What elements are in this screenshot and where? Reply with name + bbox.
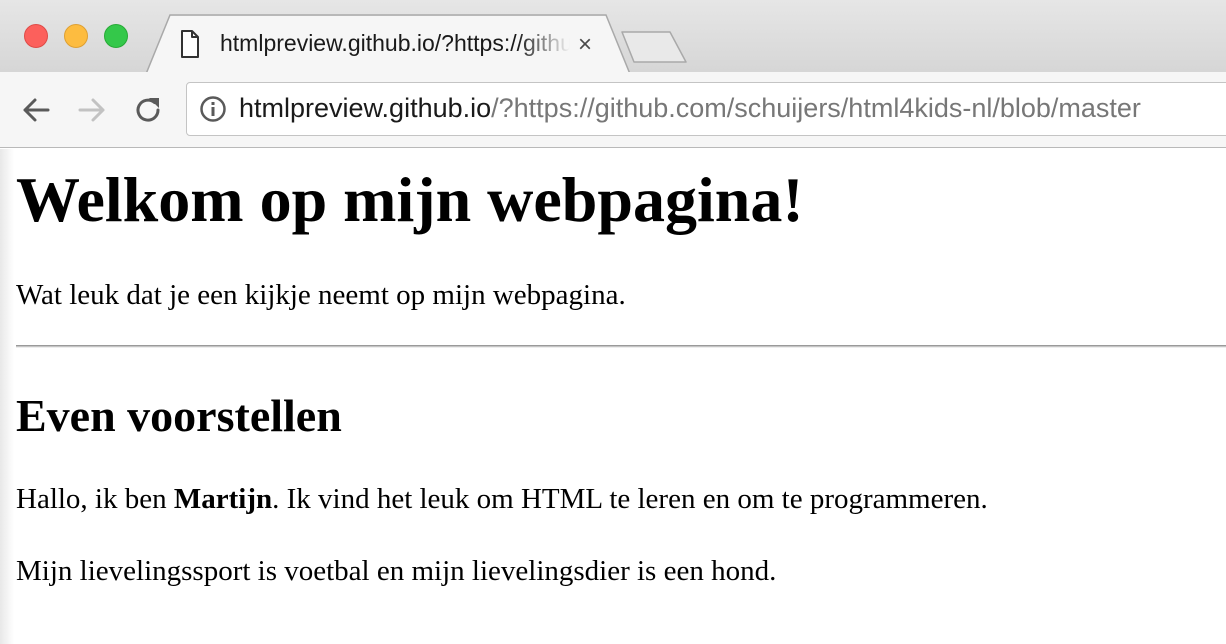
info-icon[interactable]: [199, 95, 227, 123]
url-path: /?https://github.com/schuijers/html4kids…: [491, 93, 1141, 123]
window-minimize-button[interactable]: [64, 24, 88, 48]
url-domain: htmlpreview.github.io: [239, 93, 492, 123]
web-page: Welkom op mijn webpagina! Wat leuk dat j…: [0, 149, 1226, 644]
tab-strip: htmlpreview.github.io/?https://github.co…: [0, 0, 1226, 74]
url-text[interactable]: htmlpreview.github.io/?https://github.co…: [239, 93, 1141, 124]
intro-paragraph: Wat leuk dat je een kijkje neemt op mijn…: [16, 279, 626, 311]
para1-after: . Ik vind het leuk om HTML te leren en o…: [272, 483, 988, 515]
document-icon: [181, 30, 199, 58]
section-heading: Even voorstellen: [16, 390, 342, 441]
back-arrow-icon[interactable]: [18, 92, 54, 128]
window-maximize-button[interactable]: [104, 24, 128, 48]
hobbies-paragraph: Mijn lievelingssport is voetbal en mijn …: [16, 555, 777, 587]
forward-arrow-icon[interactable]: [74, 92, 110, 128]
para1-before: Hallo, ik ben: [16, 483, 174, 515]
horizontal-rule: [16, 345, 1226, 348]
author-name: Martijn: [173, 483, 273, 515]
intro-paragraph-name: Hallo, ik ben Martijn. Ik vind het leuk …: [16, 483, 988, 516]
window-close-button[interactable]: [24, 24, 48, 48]
address-bar[interactable]: htmlpreview.github.io/?https://github.co…: [186, 82, 1226, 136]
new-tab-button[interactable]: [620, 30, 690, 64]
browser-toolbar: htmlpreview.github.io/?https://github.co…: [0, 72, 1226, 148]
page-heading: Welkom op mijn webpagina!: [16, 164, 804, 235]
tab-title: htmlpreview.github.io/?https://github.co…: [220, 30, 570, 56]
reload-icon[interactable]: [130, 92, 166, 128]
tab-close-icon[interactable]: ×: [574, 33, 596, 57]
